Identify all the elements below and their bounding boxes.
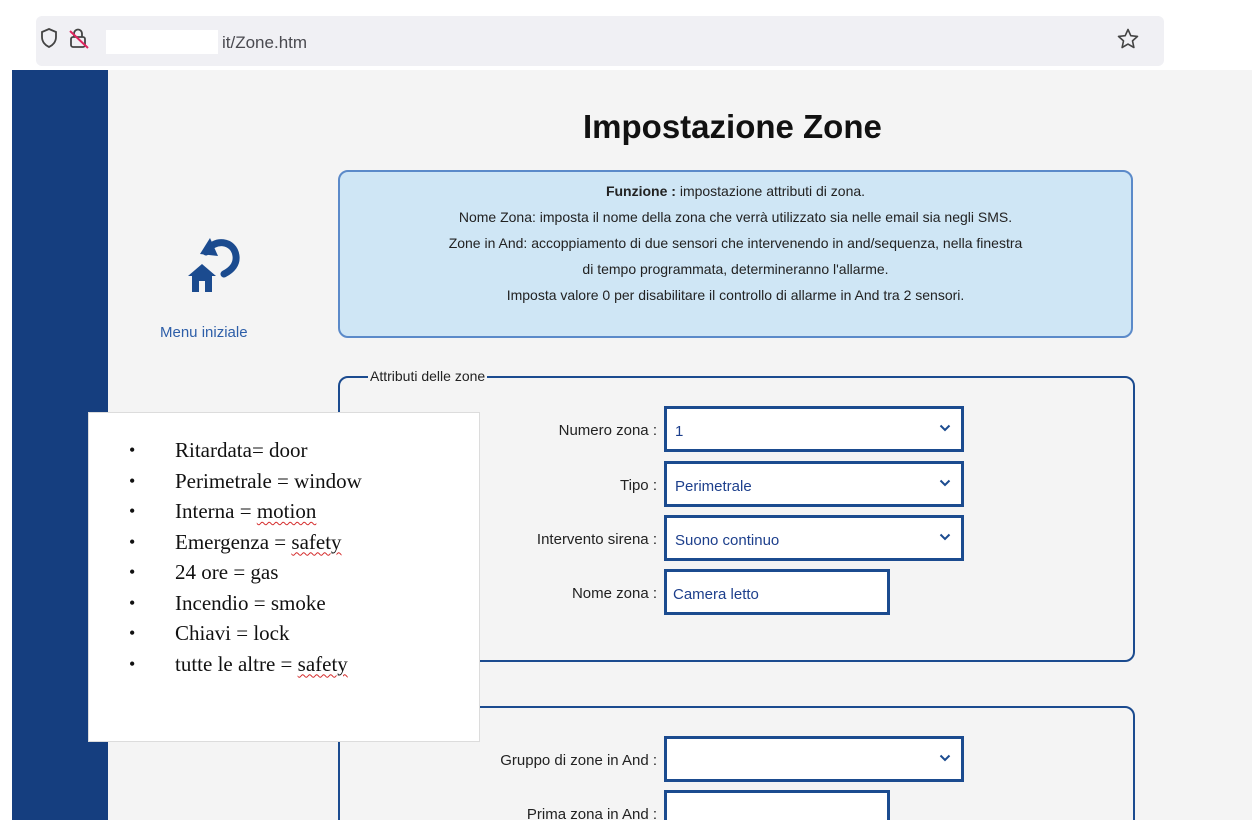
prima-and-label: Prima zona in And : bbox=[526, 806, 657, 820]
list-item: Incendio = smoke bbox=[89, 588, 479, 619]
gruppo-and-label: Gruppo di zone in And : bbox=[500, 752, 657, 769]
mapping-list: Ritardata= door Perimetrale = window Int… bbox=[89, 435, 479, 679]
insecure-lock-icon[interactable] bbox=[68, 28, 90, 50]
info-function-label: Funzione : bbox=[605, 183, 676, 199]
sirena-select[interactable]: Suono continuo bbox=[664, 515, 964, 561]
info-line-2: Nome Zona: imposta il nome della zona ch… bbox=[458, 209, 1013, 225]
chevron-down-icon bbox=[939, 754, 951, 762]
info-line-3: Zone in And: accoppiamento di due sensor… bbox=[448, 235, 1023, 251]
tipo-label: Tipo : bbox=[620, 477, 657, 494]
list-item: Perimetrale = window bbox=[89, 466, 479, 497]
list-item: Ritardata= door bbox=[89, 435, 479, 466]
chevron-down-icon bbox=[939, 424, 951, 432]
url-text[interactable]: it/Zone.htm bbox=[222, 33, 307, 53]
spellcheck-mark: safety bbox=[291, 529, 342, 554]
url-redaction bbox=[106, 30, 218, 54]
list-item: Chiavi = lock bbox=[89, 618, 479, 649]
list-item: Interna = motion bbox=[89, 496, 479, 527]
bookmark-star-icon[interactable] bbox=[1116, 27, 1140, 51]
info-function-text: impostazione attributi di zona. bbox=[675, 183, 866, 199]
chevron-down-icon bbox=[939, 479, 951, 487]
home-menu-link[interactable]: Menu iniziale bbox=[160, 324, 248, 341]
info-line-4: di tempo programmata, determineranno l'a… bbox=[582, 261, 889, 277]
info-line-5: Imposta valore 0 per disabilitare il con… bbox=[506, 287, 965, 303]
tipo-select[interactable]: Perimetrale bbox=[664, 461, 964, 507]
info-line-1: Funzione : impostazione attributi di zon… bbox=[340, 178, 1131, 204]
zone-attributes-legend: Attributi delle zone bbox=[368, 368, 488, 384]
sirena-label: Intervento sirena : bbox=[536, 531, 657, 548]
list-item-text: Interna = motion bbox=[175, 499, 317, 523]
spellcheck-mark: motion bbox=[256, 499, 317, 523]
gruppo-and-select[interactable] bbox=[664, 736, 964, 782]
chevron-down-icon bbox=[939, 533, 951, 541]
numero-zona-value: 1 bbox=[675, 423, 684, 440]
sirena-value: Suono continuo bbox=[675, 532, 780, 549]
nome-zona-label: Nome zona : bbox=[571, 585, 657, 602]
spellcheck-mark: safety bbox=[297, 651, 348, 676]
home-back-icon[interactable] bbox=[176, 234, 242, 298]
numero-zona-select[interactable]: 1 bbox=[664, 406, 964, 452]
prima-and-input[interactable] bbox=[664, 790, 890, 820]
tipo-value: Perimetrale bbox=[675, 478, 752, 495]
shield-icon[interactable] bbox=[40, 28, 58, 48]
list-item-text: Emergenza = safety bbox=[175, 529, 342, 554]
numero-zona-label: Numero zona : bbox=[558, 422, 657, 439]
mapping-note-overlay: Ritardata= door Perimetrale = window Int… bbox=[88, 412, 480, 742]
page-title: Impostazione Zone bbox=[583, 108, 882, 145]
list-item: tutte le altre = safety bbox=[89, 649, 479, 680]
list-item: Emergenza = safety bbox=[89, 527, 479, 558]
info-box: Funzione : impostazione attributi di zon… bbox=[338, 170, 1133, 338]
list-item-text: tutte le altre = safety bbox=[175, 651, 348, 676]
list-item: 24 ore = gas bbox=[89, 557, 479, 588]
nome-zona-input[interactable]: Camera letto bbox=[664, 569, 890, 615]
